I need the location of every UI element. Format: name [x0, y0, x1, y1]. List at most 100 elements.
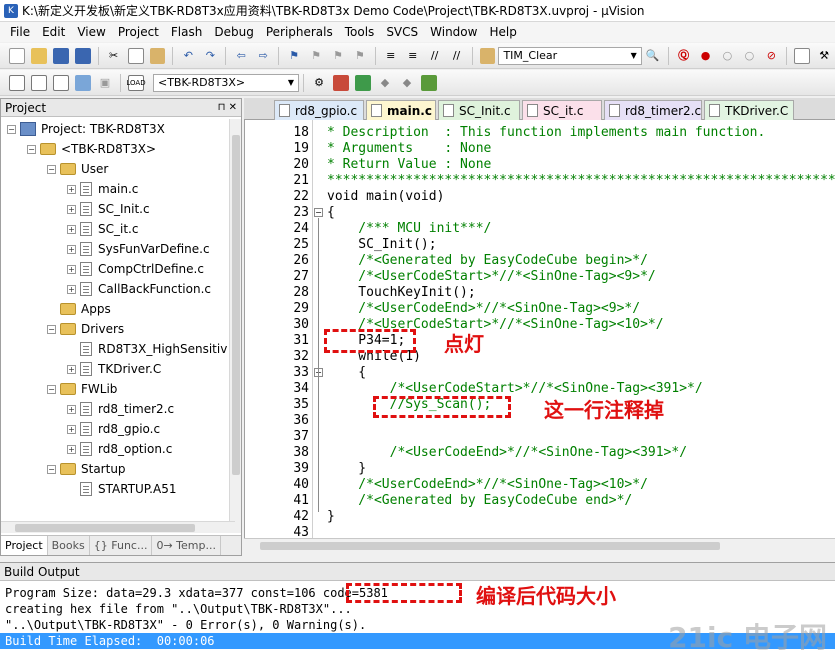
tree-file-item[interactable]: + rd8_gpio.c	[67, 419, 160, 439]
tree-file-item[interactable]: STARTUP.A51	[67, 479, 176, 499]
redo-icon[interactable]: ↷	[202, 48, 218, 64]
nav-forward-icon[interactable]: ⇨	[255, 48, 271, 64]
save-icon[interactable]	[52, 47, 69, 64]
tree-file-item[interactable]: + SysFunVarDefine.c	[67, 239, 210, 259]
menu-project[interactable]: Project	[112, 25, 165, 39]
code-line[interactable]: /*<Generated by EasyCodeCube begin>*/	[327, 253, 648, 269]
code-line[interactable]: {	[327, 205, 335, 221]
tab-templates[interactable]: 0→ Temp...	[152, 536, 221, 555]
code-line[interactable]: /*<UserCodeEnd>*//*<SinOne-Tag><10>*/	[327, 477, 648, 493]
editor-tab[interactable]: main.c	[366, 100, 436, 120]
menu-view[interactable]: View	[71, 25, 111, 39]
bookmark-icon[interactable]: ⚑	[286, 48, 302, 64]
code-line[interactable]: * Arguments : None	[327, 141, 491, 157]
menu-window[interactable]: Window	[424, 25, 483, 39]
menu-debug[interactable]: Debug	[208, 25, 259, 39]
tree-file-item[interactable]: + SC_Init.c	[67, 199, 150, 219]
tree-file-item[interactable]: + CallBackFunction.c	[67, 279, 211, 299]
expand-toggle-icon[interactable]: +	[67, 244, 76, 254]
find-in-files-icon[interactable]	[479, 47, 496, 64]
comment-icon[interactable]: //	[427, 48, 443, 64]
expand-toggle-icon[interactable]: +	[67, 424, 76, 434]
menu-peripherals[interactable]: Peripherals	[260, 25, 339, 39]
kill-breakpoints-icon[interactable]: ○	[741, 48, 757, 64]
pack-installer-icon[interactable]: ◆	[399, 75, 415, 91]
expand-toggle-icon[interactable]: +	[67, 364, 76, 374]
unindent-icon[interactable]: ≡	[405, 48, 421, 64]
tree-file-item[interactable]: + SC_it.c	[67, 219, 138, 239]
manage-components-icon[interactable]	[355, 74, 371, 91]
rebuild-icon[interactable]	[53, 74, 69, 91]
tree-file-item[interactable]: RD8T3X_HighSensitiv	[67, 339, 227, 359]
tab-books[interactable]: Books	[48, 536, 90, 555]
code-line[interactable]: /*<Generated by EasyCodeCube end>*/	[327, 493, 632, 509]
expand-toggle-icon[interactable]: +	[67, 184, 76, 194]
expand-toggle-icon[interactable]: +	[67, 284, 76, 294]
new-file-icon[interactable]	[9, 47, 25, 64]
code-line[interactable]: {	[327, 365, 366, 381]
stop-build-icon[interactable]: ▣	[97, 75, 113, 91]
download-icon[interactable]: LOAD	[126, 74, 146, 91]
editor-tab[interactable]: rd8_timer2.c	[604, 100, 702, 120]
code-line[interactable]: ****************************************…	[327, 173, 835, 189]
file-extensions-icon[interactable]	[333, 74, 349, 91]
select-pack-icon[interactable]: ◆	[377, 75, 393, 91]
editor-tab[interactable]: SC_it.c	[522, 100, 602, 120]
fold-toggle-icon[interactable]: −	[314, 208, 323, 217]
code-line[interactable]: /*** MCU init***/	[327, 221, 491, 237]
editor-tab[interactable]: TKDriver.C	[704, 100, 794, 120]
save-all-icon[interactable]	[74, 47, 91, 64]
breakpoint-icon[interactable]: ●	[698, 48, 714, 64]
expand-toggle-icon[interactable]: −	[27, 144, 36, 154]
tree-target-item[interactable]: − <TBK-RD8T3X>	[27, 139, 156, 159]
tree-folder-item[interactable]: − User	[47, 159, 108, 179]
menu-flash[interactable]: Flash	[165, 25, 208, 39]
target-options-icon[interactable]: ⚙	[311, 75, 327, 91]
expand-toggle-icon[interactable]: +	[67, 204, 76, 214]
expand-toggle-icon[interactable]: −	[7, 124, 16, 134]
code-line[interactable]: * Return Value : None	[327, 157, 491, 173]
expand-toggle-icon[interactable]: +	[67, 224, 76, 234]
menu-svcs[interactable]: SVCS	[380, 25, 424, 39]
scroll-thumb[interactable]	[260, 542, 720, 550]
copy-icon[interactable]	[127, 47, 144, 64]
uncomment-icon[interactable]: //	[449, 48, 465, 64]
undo-icon[interactable]: ↶	[180, 48, 196, 64]
expand-toggle-icon[interactable]: +	[67, 264, 76, 274]
tree-project-item[interactable]: − Project: TBK-RD8T3X	[7, 119, 165, 139]
expand-toggle-icon[interactable]: −	[47, 324, 56, 334]
find-combo[interactable]: TIM_Clear ▼	[498, 46, 642, 65]
menu-edit[interactable]: Edit	[36, 25, 71, 39]
disable-breakpoint-icon[interactable]: ○	[720, 48, 736, 64]
translate-icon[interactable]	[9, 74, 25, 91]
open-folder-icon[interactable]	[30, 47, 47, 64]
expand-toggle-icon[interactable]: +	[67, 404, 76, 414]
code-line[interactable]: }	[327, 509, 335, 525]
tree-file-item[interactable]: + rd8_timer2.c	[67, 399, 174, 419]
target-select[interactable]: <TBK-RD8T3X> ▼	[153, 73, 299, 92]
code-line[interactable]: TouchKeyInit();	[327, 285, 475, 301]
tree-file-item[interactable]: + TKDriver.C	[67, 359, 161, 379]
tab-functions[interactable]: {} Func...	[90, 536, 153, 555]
nav-back-icon[interactable]: ⇦	[233, 48, 249, 64]
kill-all-breakpoints-icon[interactable]: ⊘	[763, 48, 779, 64]
tree-folder-item[interactable]: − Startup	[47, 459, 126, 479]
scroll-thumb[interactable]	[232, 135, 240, 475]
cut-icon[interactable]: ✂	[106, 48, 122, 64]
code-line[interactable]: /*<UserCodeEnd>*//*<SinOne-Tag><9>*/	[327, 301, 640, 317]
tree-file-item[interactable]: + main.c	[67, 179, 138, 199]
find-icon[interactable]: 🔍	[645, 48, 661, 64]
code-line[interactable]: }	[327, 461, 366, 477]
code-line[interactable]: * Description : This function implements…	[327, 125, 765, 141]
code-line[interactable]: SC_Init();	[327, 237, 436, 253]
editor-tab[interactable]: SC_Init.c	[438, 100, 520, 120]
configure-icon[interactable]: ⚒	[816, 48, 832, 64]
expand-toggle-icon[interactable]: −	[47, 384, 56, 394]
expand-toggle-icon[interactable]: −	[47, 164, 56, 174]
next-bookmark-icon[interactable]: ⚑	[330, 48, 346, 64]
code-line[interactable]: void main(void)	[327, 189, 444, 205]
editor-tab[interactable]: rd8_gpio.c	[274, 100, 364, 120]
scroll-thumb[interactable]	[15, 524, 195, 532]
prev-bookmark-icon[interactable]: ⚑	[308, 48, 324, 64]
project-vertical-scrollbar[interactable]	[229, 119, 241, 533]
